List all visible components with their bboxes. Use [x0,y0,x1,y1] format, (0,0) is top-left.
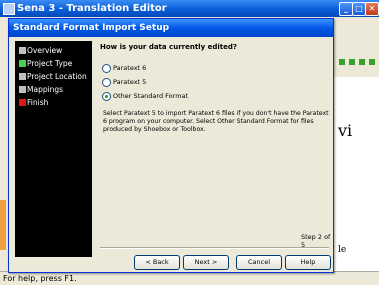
step-marker-icon [19,73,26,80]
toolbar-icon[interactable] [349,59,355,65]
maximize-button[interactable]: □ [352,2,366,16]
dialog-titlebar: Standard Format Import Setup [9,19,333,37]
divider [100,247,329,249]
side-panel-edge [0,200,6,250]
toolbar-icon[interactable] [339,59,345,65]
status-text: For help, press F1. [3,274,77,283]
app-titlebar: Sena 3 - Translation Editor _ □ ✕ [0,0,379,17]
app-toolbar [333,50,379,74]
cancel-button[interactable]: Cancel [236,255,282,270]
next-button[interactable]: Next > [183,255,229,270]
step-marker-icon [19,86,26,93]
step-marker-icon [19,99,26,106]
app-title: Sena 3 - Translation Editor [17,3,167,14]
radio-button-selected[interactable] [102,92,111,101]
question-label: How is your data currently edited? [100,43,237,51]
back-button[interactable]: < Back [134,255,180,270]
close-button[interactable]: ✕ [365,2,379,16]
toolbar-icon[interactable] [359,59,365,65]
wizard-steps-panel: Overview Project Type Project Location M… [15,41,92,257]
import-setup-dialog: Standard Format Import Setup Overview Pr… [8,18,334,273]
toolbar-icon[interactable] [369,59,375,65]
document-text: vi [338,121,353,140]
step-marker-icon [19,47,26,54]
document-pane[interactable]: vi le [333,77,379,271]
description-text: Select Paratext 5 to import Paratext 6 f… [103,110,329,133]
step-marker-icon [19,60,26,67]
minimize-button[interactable]: _ [339,2,353,16]
radio-button[interactable] [102,78,111,87]
help-button[interactable]: Help [285,255,331,270]
status-bar: For help, press F1. [0,271,379,285]
dialog-title: Standard Format Import Setup [13,23,170,33]
document-text: le [338,245,347,255]
app-icon [3,3,15,15]
radio-button[interactable] [102,64,111,73]
